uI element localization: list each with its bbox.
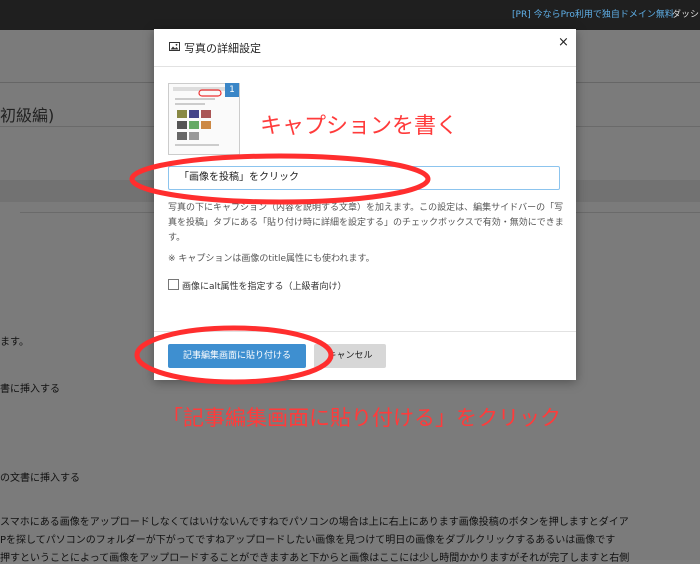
caption-note: ※ キャプションは画像のtitle属性にも使われます。 <box>168 254 375 264</box>
paste-hint-annotation: 「記事編集画面に貼り付ける」をクリック <box>162 406 561 430</box>
dashboard-link[interactable]: ダッシ <box>672 0 699 30</box>
body-text: ます。 <box>0 337 29 348</box>
body-text: Pを探してパソコンのフォルダーが下がってですねアップロードしたい画像を見つけて明… <box>0 535 616 546</box>
body-text: スマホにある画像をアップロードしなくてはいけないんですねでパソコンの場合は上に右… <box>0 517 629 528</box>
image-count-badge: 1 <box>225 83 239 97</box>
body-text: 書に挿入する <box>0 384 60 395</box>
cancel-button[interactable]: キャンセル <box>314 344 386 368</box>
body-text: 押すということによって画像をアップロードすることができますあと下からと画像はここ… <box>0 553 630 564</box>
alt-attribute-option[interactable]: 画像にalt属性を指定する（上級者向け） <box>168 279 347 292</box>
close-icon[interactable]: × <box>558 35 569 50</box>
photo-settings-dialog: 写真の詳細設定 × 1 「画像を投稿」をクリック 写真の下にキャプション（内容を… <box>154 29 576 380</box>
caption-input[interactable]: 「画像を投稿」をクリック <box>168 166 560 190</box>
alt-attribute-label: 画像にalt属性を指定する（上級者向け） <box>182 282 347 292</box>
dialog-header: 写真の詳細設定 × <box>154 29 576 67</box>
alt-attribute-checkbox[interactable] <box>168 279 179 290</box>
caption-hint-annotation: キャプションを書く <box>260 114 459 139</box>
paste-to-editor-button[interactable]: 記事編集画面に貼り付ける <box>168 344 306 368</box>
caption-description: 写真の下にキャプション（内容を説明する文章）を加えます。この設定は、編集サイドバ… <box>168 203 564 243</box>
image-icon <box>169 42 180 51</box>
page-title: 初級編) <box>0 106 55 125</box>
top-admin-bar: [PR] 今ならPro利用で独自ドメイン無料 ダッシ <box>0 0 700 30</box>
body-text: の文書に挿入する <box>0 473 80 484</box>
dialog-footer-divider <box>154 331 576 332</box>
dialog-title: 写真の詳細設定 <box>184 42 261 55</box>
pr-link[interactable]: [PR] 今ならPro利用で独自ドメイン無料 <box>512 0 674 30</box>
